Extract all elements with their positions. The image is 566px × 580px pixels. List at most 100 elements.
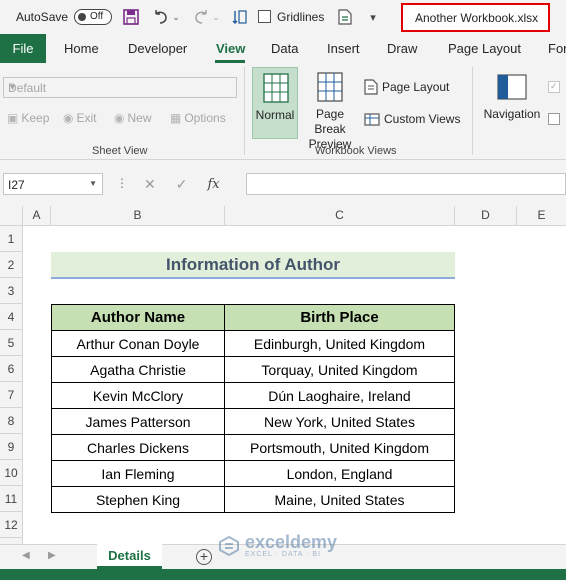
author-name-cell[interactable]: Stephen King (51, 486, 225, 513)
column-header-a[interactable]: A (23, 206, 51, 225)
column-header-c[interactable]: C (225, 206, 455, 225)
tab-data[interactable]: Data (271, 41, 298, 56)
row-header[interactable]: 12 (0, 512, 23, 538)
row-header[interactable]: 8 (0, 408, 23, 434)
new-icon: ◉ (114, 111, 125, 125)
row-header[interactable]: 11 (0, 486, 23, 512)
tab-draw[interactable]: Draw (387, 41, 417, 56)
table-row: Agatha Christie Torquay, United Kingdom (51, 356, 455, 383)
formula-bar-checkbox[interactable] (548, 113, 560, 125)
enter-icon[interactable]: ✓ (176, 176, 188, 193)
options-button[interactable]: ▦ Options (170, 111, 226, 125)
sheet-title-cell[interactable]: Information of Author (51, 252, 455, 279)
redo-icon[interactable] (192, 8, 210, 26)
author-name-cell[interactable]: Arthur Conan Doyle (51, 330, 225, 357)
birth-place-cell[interactable]: London, England (224, 460, 455, 487)
table-row: Charles Dickens Portsmouth, United Kingd… (51, 434, 455, 461)
birth-place-cell[interactable]: Portsmouth, United Kingdom (224, 434, 455, 461)
toggle-knob (78, 13, 86, 21)
customize-toolbar-icon[interactable]: ▾ (364, 8, 382, 26)
group-separator (244, 67, 245, 155)
autosave-label: AutoSave (16, 10, 69, 24)
insert-function-button[interactable]: fx (207, 177, 219, 192)
save-icon[interactable] (122, 8, 140, 26)
birth-place-cell[interactable]: Torquay, United Kingdom (224, 356, 455, 383)
birth-place-cell[interactable]: New York, United States (224, 408, 455, 435)
title-bar: AutoSave Off ⌄ ⌄ Gridlines ▾ Another Wor… (0, 0, 566, 34)
new-button[interactable]: ◉ New (114, 111, 152, 125)
page-break-icon (317, 72, 343, 102)
birth-place-cell[interactable]: Edinburgh, United Kingdom (224, 330, 455, 357)
exceldemy-watermark: exceldemy EXCEL · DATA · BI (218, 533, 337, 558)
sheet-view-dropdown[interactable]: Default ▼ (3, 77, 237, 98)
row-header[interactable]: 5 (0, 330, 23, 356)
row-header[interactable]: 7 (0, 382, 23, 408)
scroll-right-icon[interactable]: ▶ (48, 550, 56, 561)
column-header-e[interactable]: E (517, 206, 566, 225)
normal-view-button[interactable]: Normal (252, 67, 298, 139)
tab-formulas[interactable]: For (548, 41, 566, 56)
page-break-preview-button[interactable]: Page Break Preview (300, 67, 360, 151)
cancel-icon[interactable]: ✕ (144, 176, 156, 193)
sheet-view-group-label: Sheet View (92, 145, 148, 157)
page-layout-button[interactable]: Page Layout (364, 79, 449, 95)
row-header[interactable]: 3 (0, 278, 23, 304)
select-all-corner[interactable] (0, 206, 23, 225)
table-row: James Patterson New York, United States (51, 408, 455, 435)
tab-view[interactable]: View (216, 41, 245, 56)
autosave-toggle[interactable]: Off (74, 9, 112, 25)
custom-views-button[interactable]: Custom Views (364, 111, 460, 127)
options-icon: ▦ (170, 111, 182, 125)
author-name-cell[interactable]: James Patterson (51, 408, 225, 435)
column-headers: A B C D E (0, 206, 566, 226)
row-header[interactable]: 2 (0, 252, 23, 278)
add-sheet-button[interactable]: + (196, 549, 212, 565)
row-header[interactable]: 9 (0, 434, 23, 460)
gridlines-checkbox[interactable] (258, 10, 271, 23)
exceldemy-logo-icon (219, 535, 239, 556)
table-row: Ian Fleming London, England (51, 460, 455, 487)
table-header-row: Author Name Birth Place (51, 304, 455, 331)
exit-icon: ◉ (63, 111, 74, 125)
row-header[interactable]: 4 (0, 304, 23, 330)
formula-input[interactable] (246, 173, 566, 195)
row-header[interactable]: 1 (0, 226, 23, 252)
keep-button[interactable]: ▣ Keep (7, 111, 49, 125)
author-name-cell[interactable]: Ian Fleming (51, 460, 225, 487)
ruler-checkbox[interactable]: ✓ (548, 81, 560, 93)
undo-icon[interactable] (152, 8, 170, 26)
ribbon-body: Default ▼ ▣ Keep ◉ Exit ◉ New ▦ Options … (0, 63, 566, 160)
scroll-left-icon[interactable]: ◀ (22, 550, 30, 561)
author-name-cell[interactable]: Charles Dickens (51, 434, 225, 461)
tab-developer[interactable]: Developer (128, 41, 187, 56)
birth-place-cell[interactable]: Maine, United States (224, 486, 455, 513)
column-header-b[interactable]: B (51, 206, 225, 225)
row-header[interactable]: 10 (0, 460, 23, 486)
author-name-cell[interactable]: Agatha Christie (51, 356, 225, 383)
group-separator (472, 67, 473, 155)
sort-icon[interactable] (231, 8, 249, 26)
birth-place-cell[interactable]: Dún Laoghaire, Ireland (224, 382, 455, 409)
sheet-tab-details[interactable]: Details (97, 544, 162, 569)
workbook-name[interactable]: Another Workbook.xlsx ⌄ (401, 3, 550, 32)
column-header-d[interactable]: D (455, 206, 517, 225)
normal-view-label: Normal (255, 108, 295, 122)
name-box[interactable]: I27 ▼ (3, 173, 103, 195)
undo-dropdown-icon[interactable]: ⌄ (170, 8, 182, 26)
status-bar (0, 569, 566, 580)
exit-button[interactable]: ◉ Exit (63, 111, 97, 125)
page-break-label-1: Page Break (314, 107, 346, 136)
redo-dropdown-icon[interactable]: ⌄ (210, 8, 222, 26)
document-icon[interactable] (336, 8, 354, 26)
tab-insert[interactable]: Insert (327, 41, 360, 56)
author-name-cell[interactable]: Kevin McClory (51, 382, 225, 409)
navigation-button[interactable]: Navigation (481, 67, 543, 139)
tab-file[interactable]: File (0, 34, 46, 63)
watermark-tagline: EXCEL · DATA · BI (245, 551, 321, 558)
row-header[interactable]: 6 (0, 356, 23, 382)
header-author-name[interactable]: Author Name (51, 304, 225, 331)
tab-page-layout[interactable]: Page Layout (448, 41, 521, 56)
table-row: Stephen King Maine, United States (51, 486, 455, 513)
tab-home[interactable]: Home (64, 41, 99, 56)
header-birth-place[interactable]: Birth Place (224, 304, 455, 331)
